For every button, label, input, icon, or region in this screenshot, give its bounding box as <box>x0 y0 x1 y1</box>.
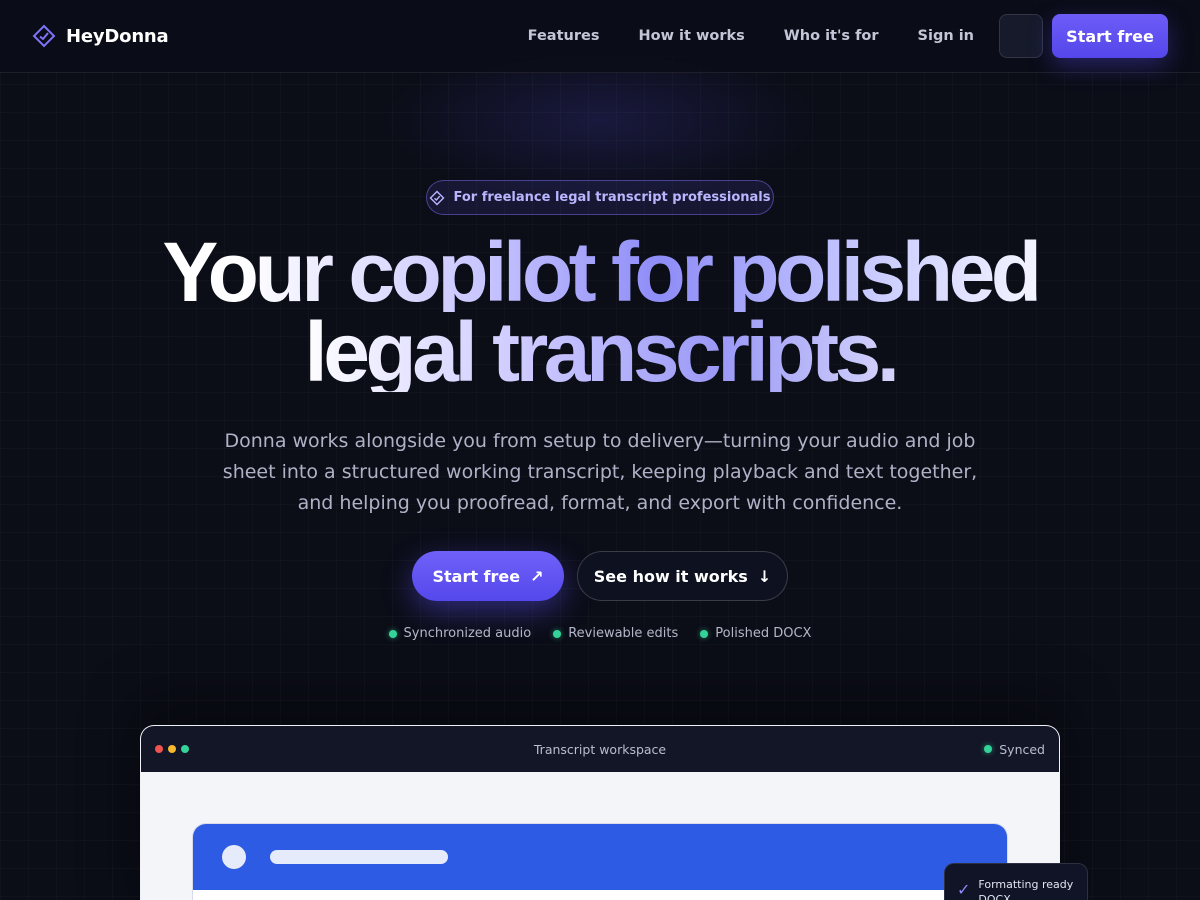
headline-line-2: legal transcripts. <box>0 310 1200 394</box>
nav-link-who-its-for[interactable]: Who it's for <box>784 28 879 44</box>
diamond-logo-icon <box>32 24 56 48</box>
brand[interactable]: HeyDonna <box>32 24 169 48</box>
hero-headline: Your copilot for polished legal transcri… <box>0 230 1200 394</box>
start-free-label: Start free <box>432 566 521 586</box>
workspace-titlebar: Transcript workspace Synced <box>141 726 1059 772</box>
status-dot-icon <box>553 629 562 638</box>
see-how-it-works-button[interactable]: See how it works ↓ <box>577 551 788 601</box>
see-how-it-works-label: See how it works <box>593 566 748 586</box>
brand-name: HeyDonna <box>66 25 169 47</box>
nav-link-sign-in[interactable]: Sign in <box>918 28 974 44</box>
check-icon: ✓ <box>957 880 971 899</box>
status-dot-icon <box>388 629 397 638</box>
theme-toggle-button[interactable] <box>999 14 1043 58</box>
transcript-workspace-preview: Transcript workspace Synced <box>140 725 1060 900</box>
arrow-up-right-icon: ↗ <box>530 566 544 586</box>
hero-subtitle: Donna works alongside you from setup to … <box>222 430 978 514</box>
feature-item: Reviewable edits <box>553 626 678 641</box>
feature-label: Reviewable edits <box>568 626 679 641</box>
feature-label: Synchronized audio <box>403 626 532 641</box>
document-header <box>193 824 1007 890</box>
hero-cta-row: Start free ↗ See how it works ↓ <box>0 551 1200 601</box>
nav-start-free-button[interactable]: Start free <box>1052 14 1168 58</box>
toast-text: Formatting ready DOCX <box>978 878 1074 900</box>
start-free-button[interactable]: Start free ↗ <box>412 551 564 601</box>
placeholder-line <box>270 850 448 864</box>
workspace-body <box>141 772 1059 900</box>
workspace-title: Transcript workspace <box>533 741 667 757</box>
audience-badge: For freelance legal transcript professio… <box>426 180 774 215</box>
status-dot-icon <box>700 629 709 638</box>
feature-list: Synchronized audio Reviewable edits Poli… <box>0 626 1200 641</box>
nav-link-features[interactable]: Features <box>528 28 600 44</box>
feature-item: Polished DOCX <box>700 626 811 641</box>
feature-item: Synchronized audio <box>388 626 532 641</box>
nav-link-how-it-works[interactable]: How it works <box>638 28 744 44</box>
feature-label: Polished DOCX <box>715 626 812 641</box>
arrow-down-icon: ↓ <box>757 566 772 586</box>
headline-line-1: Your copilot for polished <box>0 230 1200 314</box>
audience-badge-text: For freelance legal transcript professio… <box>453 190 771 205</box>
diamond-badge-icon <box>429 190 445 205</box>
formatting-toast: ✓ Formatting ready DOCX <box>944 863 1088 900</box>
top-navigation: HeyDonna Features How it works Who it's … <box>0 0 1200 73</box>
document-card <box>192 823 1008 900</box>
nav-links: Features How it works Who it's for Sign … <box>528 14 1168 58</box>
avatar <box>222 845 246 869</box>
